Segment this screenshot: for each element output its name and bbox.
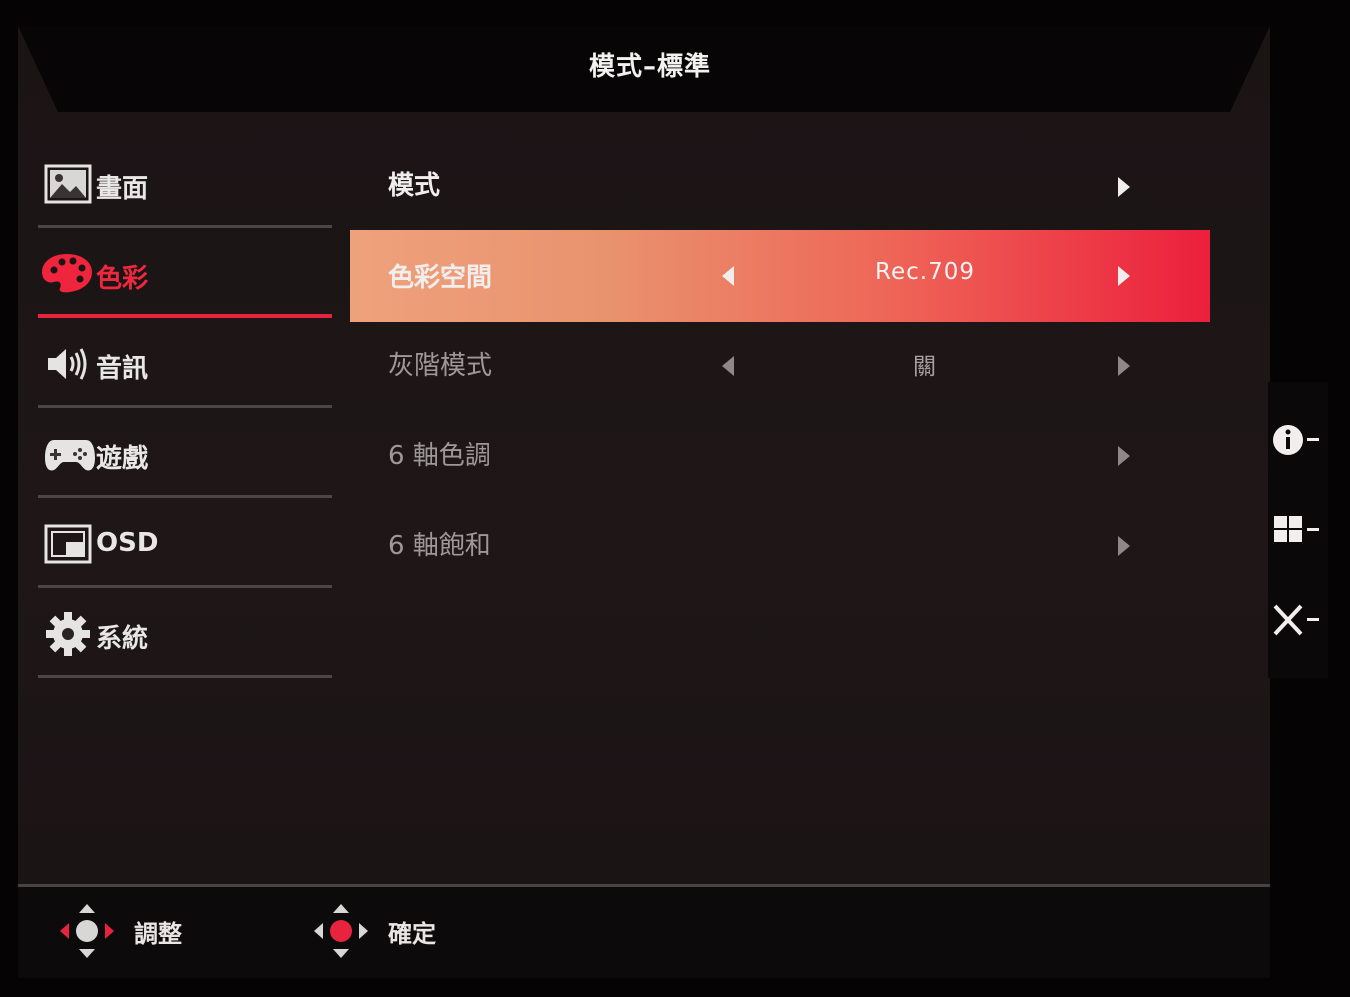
chevron-left-icon[interactable] [722,356,734,376]
row-mode[interactable]: 模式 [350,138,1210,228]
chevron-right-icon[interactable] [1118,536,1130,556]
gear-icon [46,612,90,656]
row-6-axis-hue[interactable]: 6 軸色調 [350,408,1210,498]
row-label: 6 軸色調 [388,441,491,471]
footer-confirm-label: 確定 [388,920,436,948]
row-label: 6 軸飽和 [388,531,491,561]
sidebar-item-label: 音訊 [96,354,149,384]
sidebar-item-gaming[interactable]: 遊戲 [38,408,332,498]
chevron-right-icon[interactable] [1118,266,1130,286]
sidebar-divider [38,675,332,678]
row-label: 色彩空間 [388,263,493,293]
sidebar-item-color[interactable]: 色彩 [38,228,332,318]
sidebar-item-audio[interactable]: 音訊 [38,318,332,408]
speaker-icon [48,348,87,380]
chevron-right-icon[interactable] [1118,356,1130,376]
chevron-right-icon[interactable] [1118,177,1130,197]
chevron-right-icon[interactable] [1118,446,1130,466]
sidebar-item-label: 系統 [96,624,149,654]
osd-window-icon [44,524,92,564]
input-grid-icon[interactable] [1272,510,1322,550]
row-label: 灰階模式 [388,351,493,381]
joystick-adjust-icon [60,904,114,958]
sidebar-item-system[interactable]: 系統 [38,588,332,678]
row-grayscale-mode[interactable]: 灰階模式 關 [350,318,1210,408]
row-6-axis-saturation[interactable]: 6 軸飽和 [350,498,1210,588]
sidebar-item-label: 色彩 [96,264,149,294]
sidebar-item-picture[interactable]: 畫面 [38,138,332,228]
row-value: Rec.709 [875,259,975,285]
joystick-confirm-icon [314,904,368,958]
sidebar-item-label: OSD [96,528,159,558]
picture-icon [44,164,92,204]
info-icon[interactable] [1272,420,1322,460]
row-color-space[interactable]: 色彩空間 Rec.709 [350,230,1210,322]
palette-icon [42,254,92,293]
sidebar-item-label: 遊戲 [96,444,149,474]
row-value: 關 [913,354,937,380]
footer-adjust-label: 調整 [134,920,182,948]
sidebar-item-osd[interactable]: OSD [38,498,332,588]
footer-bar [18,887,1270,978]
gamepad-icon [45,440,95,471]
page-title: 模式–標準 [588,52,711,82]
sidebar-item-label: 畫面 [96,174,149,204]
chevron-left-icon[interactable] [722,266,734,286]
close-icon[interactable] [1272,600,1322,640]
osd-screen: 模式–標準 畫面 色彩 音訊 遊戲 OSD 系統 模式 色彩空間 Rec.709… [0,0,1350,997]
row-label: 模式 [388,171,441,201]
